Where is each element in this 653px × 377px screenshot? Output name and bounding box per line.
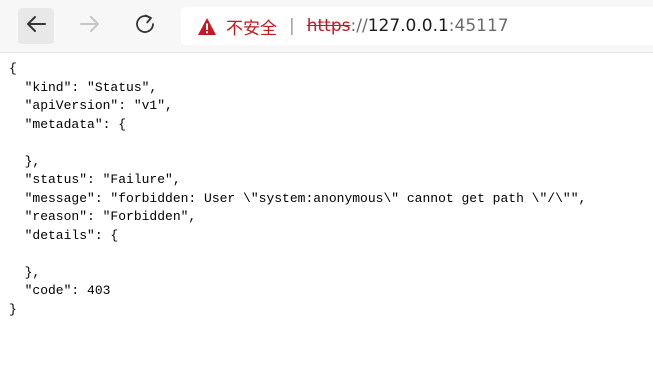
json-line: "code": 403 (9, 283, 111, 298)
url-scheme: https (306, 16, 351, 36)
refresh-icon (134, 13, 156, 40)
json-line: "reason": "Forbidden", (9, 209, 197, 224)
address-bar[interactable]: 不安全 | https :// 127.0.0.1 :45117 (181, 7, 653, 45)
json-line: "details": { (9, 227, 119, 243)
json-response-body: { "kind": "Status", "apiVersion": "v1", … (9, 60, 586, 319)
forward-arrow-icon (79, 13, 101, 40)
forward-button[interactable] (72, 8, 108, 44)
json-line: } (9, 301, 17, 317)
json-line: "apiVersion": "v1", (9, 98, 173, 113)
json-line: "status": "Failure", (9, 172, 181, 187)
json-line: }, (9, 153, 41, 169)
security-status-label[interactable]: 不安全 (226, 14, 277, 39)
url-port: :45117 (448, 16, 509, 36)
browser-toolbar: 不安全 | https :// 127.0.0.1 :45117 (0, 0, 653, 53)
warning-triangle-icon[interactable] (197, 16, 217, 36)
url-host: 127.0.0.1 (367, 16, 449, 36)
refresh-button[interactable] (127, 8, 163, 44)
url-separator: :// (350, 16, 368, 36)
json-line: "kind": "Status", (9, 79, 158, 95)
back-button[interactable] (18, 8, 54, 44)
json-line: "metadata": { (9, 116, 127, 132)
address-divider: | (289, 16, 295, 36)
json-line: { (9, 61, 17, 76)
json-line: }, (9, 264, 41, 280)
json-line: "message": "forbidden: User \"system:ano… (9, 190, 587, 206)
back-arrow-icon (25, 13, 47, 40)
